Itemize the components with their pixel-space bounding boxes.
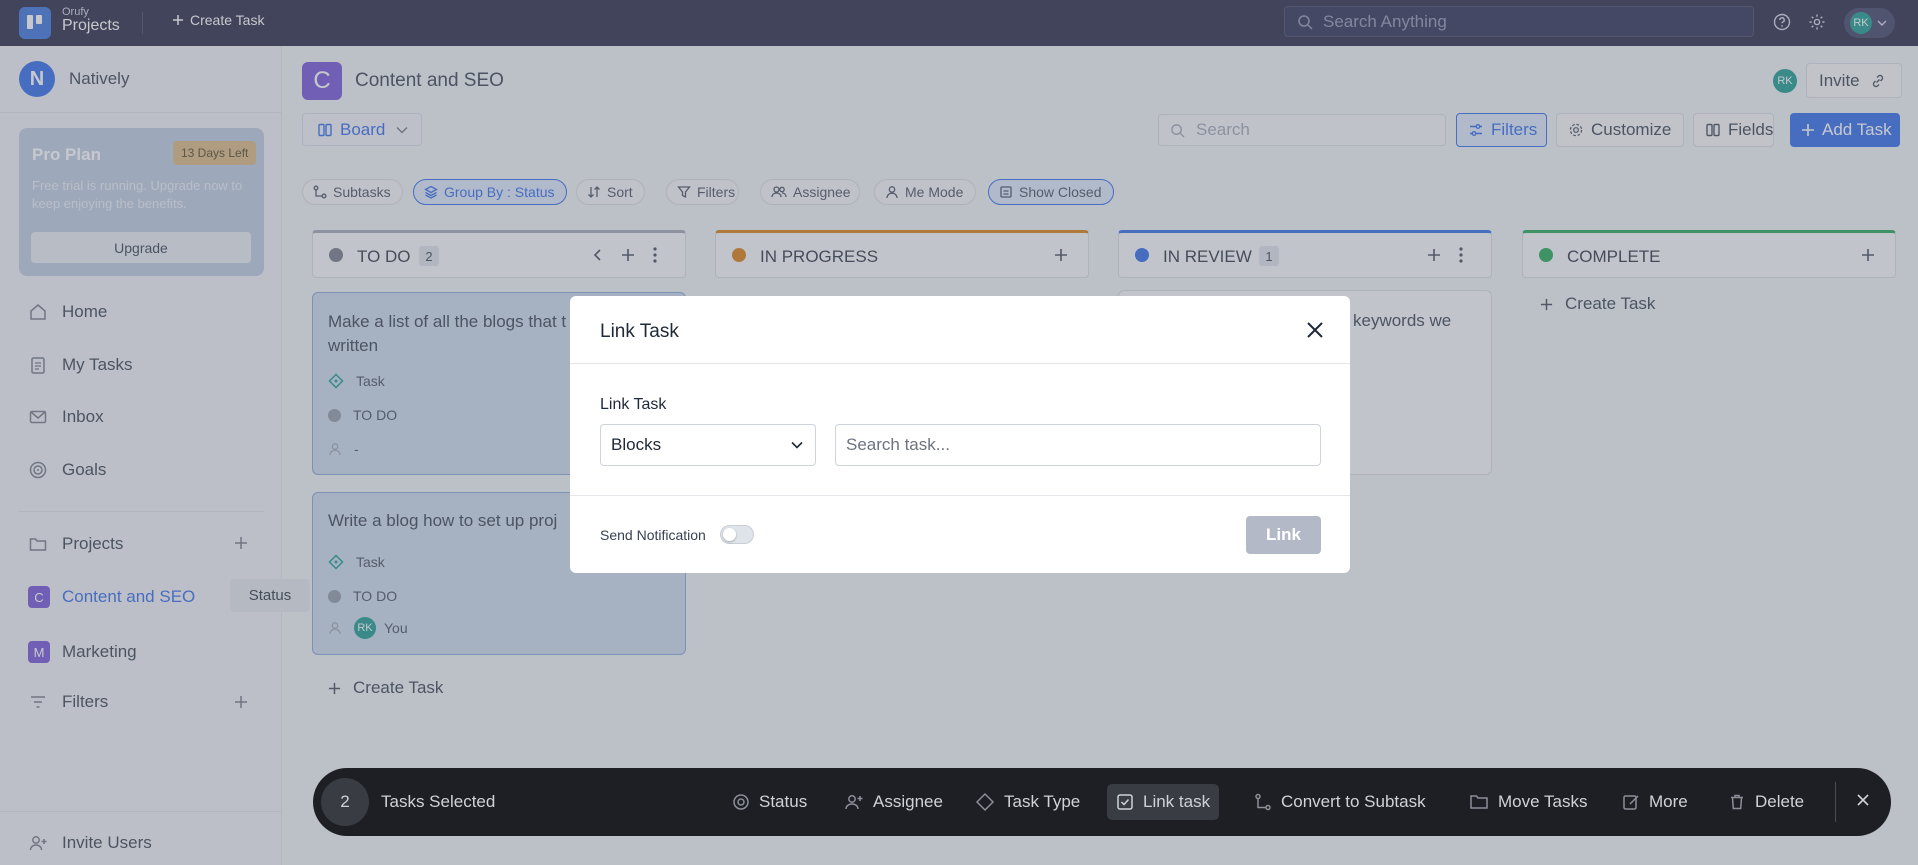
more-action-button[interactable]: More	[1613, 784, 1697, 820]
link-task-modal: Link Task Link Task Blocks Send Notifica…	[570, 296, 1350, 573]
task-search-input[interactable]	[835, 424, 1321, 466]
assignee-action-button[interactable]: Assignee	[835, 784, 952, 820]
divider	[570, 363, 1350, 364]
trash-icon	[1728, 793, 1746, 811]
link-button[interactable]: Link	[1246, 516, 1321, 554]
close-icon[interactable]	[1855, 792, 1871, 808]
circle-dashed-icon	[732, 793, 750, 811]
send-notification-toggle[interactable]	[720, 525, 754, 544]
chevron-down-icon	[791, 441, 803, 449]
send-notification-label: Send Notification	[600, 527, 706, 543]
status-action-button[interactable]: Status	[723, 784, 816, 820]
link-type-label: Link Task	[600, 396, 667, 413]
edit-icon	[1622, 793, 1640, 811]
link-task-action-button[interactable]: Link task	[1107, 784, 1220, 820]
task-type-action-button[interactable]: Task Type	[966, 784, 1089, 820]
user-plus-icon	[844, 793, 864, 811]
delete-action-button[interactable]: Delete	[1719, 784, 1813, 820]
selected-count: 2	[321, 778, 369, 826]
close-icon[interactable]	[1305, 320, 1325, 340]
branch-icon	[1254, 793, 1272, 811]
checkbox-icon	[1116, 793, 1134, 811]
link-type-value: Blocks	[611, 435, 662, 454]
move-tasks-action-button[interactable]: Move Tasks	[1460, 784, 1596, 820]
modal-title: Link Task	[600, 321, 679, 342]
divider	[570, 495, 1350, 496]
folder-icon	[1469, 793, 1489, 811]
diamond-icon	[975, 792, 995, 812]
link-type-select[interactable]: Blocks	[600, 424, 816, 466]
selected-label: Tasks Selected	[381, 792, 496, 811]
divider	[1835, 782, 1836, 822]
convert-to-subtask-action-button[interactable]: Convert to Subtask	[1245, 784, 1435, 820]
bulk-action-bar: 2 Tasks Selected Status Assignee Task Ty…	[313, 768, 1891, 836]
toggle-knob	[723, 528, 736, 541]
